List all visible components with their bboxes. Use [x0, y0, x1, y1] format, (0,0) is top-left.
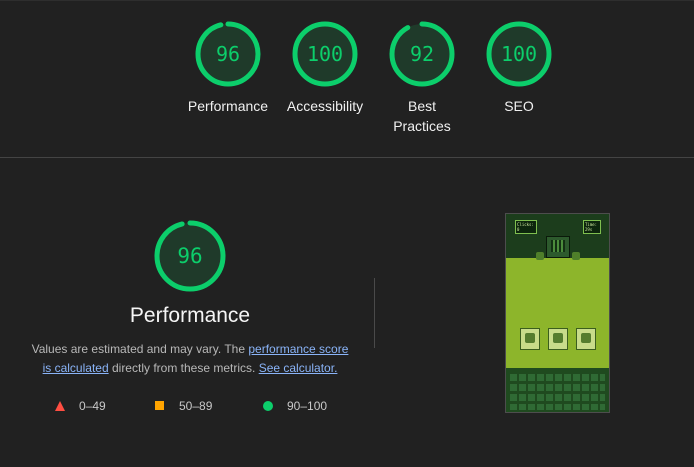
category-title: Performance	[129, 304, 251, 327]
page-screenshot-thumbnail[interactable]: Clicks: 0 Time: 29s	[505, 213, 610, 413]
screenshot-clicks-value: 0	[517, 227, 520, 232]
desc-text: directly from these metrics.	[108, 361, 259, 375]
gauge-ring: 92	[389, 21, 455, 87]
legend-pass-label: 90–100	[287, 399, 328, 413]
gauge-best-practices[interactable]: 92 Best Practices	[372, 21, 472, 136]
calculator-link[interactable]: See calculator.	[259, 361, 338, 375]
gauge-ring: 100	[292, 21, 358, 87]
screenshot-character	[536, 252, 544, 260]
gauge-score: 100	[500, 42, 538, 66]
screenshot-card	[548, 328, 568, 350]
score-summary: 96 Performance 100 Accessibility 92 Best…	[0, 21, 694, 141]
performance-gauge-large: 96	[154, 220, 226, 292]
desc-text: Values are estimated and may vary. The	[31, 342, 249, 356]
screenshot-clicks-label: Clicks:	[517, 222, 534, 227]
screenshot-card	[576, 328, 596, 350]
average-square-icon	[155, 401, 164, 410]
pass-circle-icon	[263, 401, 273, 411]
screenshot-machine	[546, 236, 570, 258]
legend-fail-label: 0–49	[79, 399, 106, 413]
screenshot-field	[506, 258, 609, 368]
fail-triangle-icon	[55, 401, 65, 411]
gauge-seo[interactable]: 100 SEO	[469, 21, 569, 116]
gauge-label: SEO	[504, 98, 534, 114]
screenshot-card	[520, 328, 540, 350]
gauge-score: 92	[409, 42, 435, 66]
screenshot-keyboard	[510, 374, 605, 410]
screenshot-time-value: 29s	[585, 227, 593, 232]
gauge-score: 100	[306, 42, 344, 66]
gauge-accessibility[interactable]: 100 Accessibility	[275, 21, 375, 116]
gauge-ring: 100	[486, 21, 552, 87]
section-divider	[0, 157, 694, 158]
gauge-label: Accessibility	[286, 98, 364, 114]
score-description: Values are estimated and may vary. The p…	[28, 340, 352, 378]
gauge-ring: 96	[195, 21, 261, 87]
score-legend: 0–49 50–89 90–100	[0, 398, 380, 414]
top-border	[0, 0, 694, 1]
gauge-label: Performance	[187, 98, 269, 114]
vertical-divider	[374, 278, 375, 348]
gauge-label: Best Practices	[393, 98, 451, 134]
screenshot-character	[572, 252, 580, 260]
screenshot-time-box: Time: 29s	[583, 220, 601, 234]
gauge-performance[interactable]: 96 Performance	[178, 21, 278, 116]
gauge-score: 96	[215, 42, 241, 66]
legend-average-label: 50–89	[179, 399, 213, 413]
performance-score: 96	[177, 244, 203, 268]
screenshot-clicks-box: Clicks: 0	[515, 220, 537, 234]
